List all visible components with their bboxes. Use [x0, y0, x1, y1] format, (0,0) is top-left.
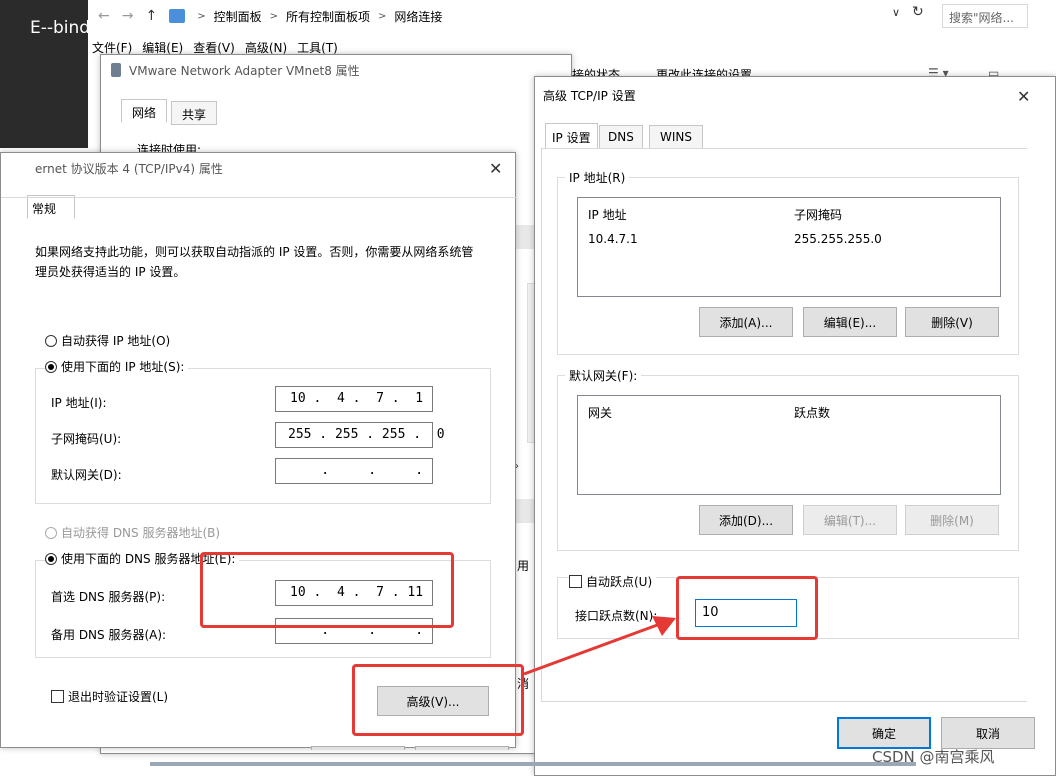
manual-ip-option[interactable]: 使用下面的 IP 地址(S): [45, 358, 189, 375]
ip-address-field[interactable]: 10 . 4 . 7 . 1 [275, 386, 433, 412]
tab-sharing[interactable]: 共享 [171, 101, 218, 125]
edit-gateway-button[interactable]: 编辑(T)... [803, 505, 897, 535]
menu-tools[interactable]: 工具(T) [297, 39, 338, 56]
breadcrumb-network-connections[interactable]: 网络连接 [394, 8, 442, 25]
annotation-arrow [523, 616, 676, 676]
network-adapter-icon [111, 63, 121, 77]
manual-ip-label: 使用下面的 IP 地址(S): [61, 360, 185, 374]
tab-dns[interactable]: DNS [599, 125, 643, 149]
bottom-edge [150, 762, 916, 766]
gateway-column-header[interactable]: 网关 [588, 404, 612, 421]
ip-column-header[interactable]: IP 地址 [588, 206, 627, 223]
validate-on-exit-label: 退出时验证设置(L) [68, 690, 169, 704]
tab-wins[interactable]: WINS [649, 125, 703, 149]
delete-gateway-button[interactable]: 删除(M) [905, 505, 999, 535]
ip-address-label: IP 地址(I): [51, 396, 107, 410]
breadcrumb-all-items[interactable]: 所有控制面板项 [286, 8, 370, 25]
alternate-dns-label: 备用 DNS 服务器(A): [51, 628, 167, 642]
delete-ip-button[interactable]: 删除(V) [905, 307, 999, 337]
auto-metric-label: 自动跃点(U) [586, 575, 653, 589]
add-ip-button[interactable]: 添加(A)... [699, 307, 793, 337]
default-gateway-label: 默认网关(D): [51, 468, 122, 482]
menu-advanced[interactable]: 高级(N) [245, 39, 287, 56]
subnet-mask-field[interactable]: 255 . 255 . 255 . 0 [275, 422, 445, 448]
subnet-mask-label: 子网掩码(U): [51, 432, 122, 446]
default-gateway-group-label: 默认网关(F): [565, 367, 642, 384]
metric-column-header[interactable]: 跃点数 [794, 404, 830, 421]
ip-address-group-label: IP 地址(R) [565, 169, 630, 186]
menu-edit[interactable]: 编辑(E) [142, 39, 183, 56]
default-gateway-field[interactable]: . . . [275, 458, 433, 484]
partial-label: 用 [517, 559, 530, 573]
ip-row-ip[interactable]: 10.4.7.1 [588, 232, 638, 246]
add-gateway-button[interactable]: 添加(D)... [699, 505, 793, 535]
close-icon[interactable]: ✕ [489, 159, 502, 178]
menu-view[interactable]: 查看(V) [193, 39, 235, 56]
refresh-icon[interactable]: ↻ [912, 4, 924, 20]
ipv4-dialog-titlebar: ernet 协议版本 4 (TCP/IPv4) 属性 [1, 153, 515, 183]
breadcrumb-separator: > [378, 10, 387, 22]
up-arrow-icon[interactable]: ↑ [145, 8, 157, 24]
ip-row-mask[interactable]: 255.255.255.0 [794, 232, 882, 246]
watermark: CSDN @南宫乘风 [872, 748, 995, 766]
ipv4-description: 如果网络支持此功能，则可以获取自动指派的 IP 设置。否则，你需要从网络系统管理… [35, 245, 474, 279]
auto-dns-label: 自动获得 DNS 服务器地址(B) [61, 526, 221, 540]
auto-ip-radio[interactable] [45, 335, 57, 347]
forward-arrow-icon[interactable]: → [122, 8, 134, 24]
close-icon[interactable]: ✕ [1017, 87, 1030, 106]
tab-ip-settings[interactable]: IP 设置 [545, 123, 598, 149]
ip-address-list[interactable]: IP 地址 子网掩码 10.4.7.1 255.255.255.0 [577, 197, 1001, 297]
advanced-dialog-title: 高级 TCP/IP 设置 [543, 88, 636, 103]
breadcrumb-control-panel[interactable]: 控制面板 [214, 8, 262, 25]
breadcrumb-separator: > [197, 10, 206, 22]
preferred-dns-label: 首选 DNS 服务器(P): [51, 590, 166, 604]
validate-on-exit-option[interactable]: 退出时验证设置(L) [51, 688, 168, 705]
auto-dns-option[interactable]: 自动获得 DNS 服务器地址(B) [45, 524, 220, 541]
auto-ip-option[interactable]: 自动获得 IP 地址(O) [45, 332, 170, 349]
auto-ip-label: 自动获得 IP 地址(O) [61, 334, 171, 348]
mask-column-header[interactable]: 子网掩码 [794, 206, 842, 223]
cancel-button[interactable]: 取消 [941, 717, 1035, 749]
auto-dns-radio[interactable] [45, 527, 57, 539]
ok-button[interactable]: 确定 [837, 717, 931, 749]
ipv4-dialog-title: ernet 协议版本 4 (TCP/IPv4) 属性 [35, 161, 223, 176]
vmware-dialog-title: VMware Network Adapter VMnet8 属性 [129, 63, 360, 78]
manual-dns-radio[interactable] [45, 553, 57, 565]
ipv4-properties-dialog: ernet 协议版本 4 (TCP/IPv4) 属性 ✕ 常规 如果网络支持此功… [0, 152, 517, 750]
highlight-interface-metric [676, 576, 818, 640]
ok-button-edge[interactable] [311, 746, 405, 750]
edit-ip-button[interactable]: 编辑(E)... [803, 307, 897, 337]
auto-metric-checkbox[interactable] [569, 575, 582, 588]
back-arrow-icon[interactable]: ← [98, 8, 110, 24]
annotation-arrow-line [523, 622, 661, 676]
manual-ip-radio[interactable] [45, 361, 57, 373]
address-dropdown-icon[interactable]: ∨ [892, 6, 900, 19]
auto-metric-option[interactable]: 自动跃点(U) [569, 573, 657, 590]
gateway-list[interactable]: 网关 跃点数 [577, 395, 1001, 495]
cancel-button-edge[interactable] [415, 746, 509, 750]
control-panel-icon [169, 9, 186, 23]
highlight-advanced-button [352, 664, 524, 736]
advanced-dialog-titlebar: 高级 TCP/IP 设置 [535, 77, 1055, 113]
tab-network[interactable]: 网络 [121, 99, 168, 123]
breadcrumb-separator: > [269, 10, 278, 22]
vmware-dialog-titlebar: VMware Network Adapter VMnet8 属性 [101, 55, 571, 85]
validate-on-exit-checkbox[interactable] [51, 690, 64, 703]
menu-file[interactable]: 文件(F) [92, 39, 132, 56]
search-input[interactable]: 搜索"网络... [942, 4, 1028, 28]
highlight-preferred-dns [200, 552, 454, 628]
